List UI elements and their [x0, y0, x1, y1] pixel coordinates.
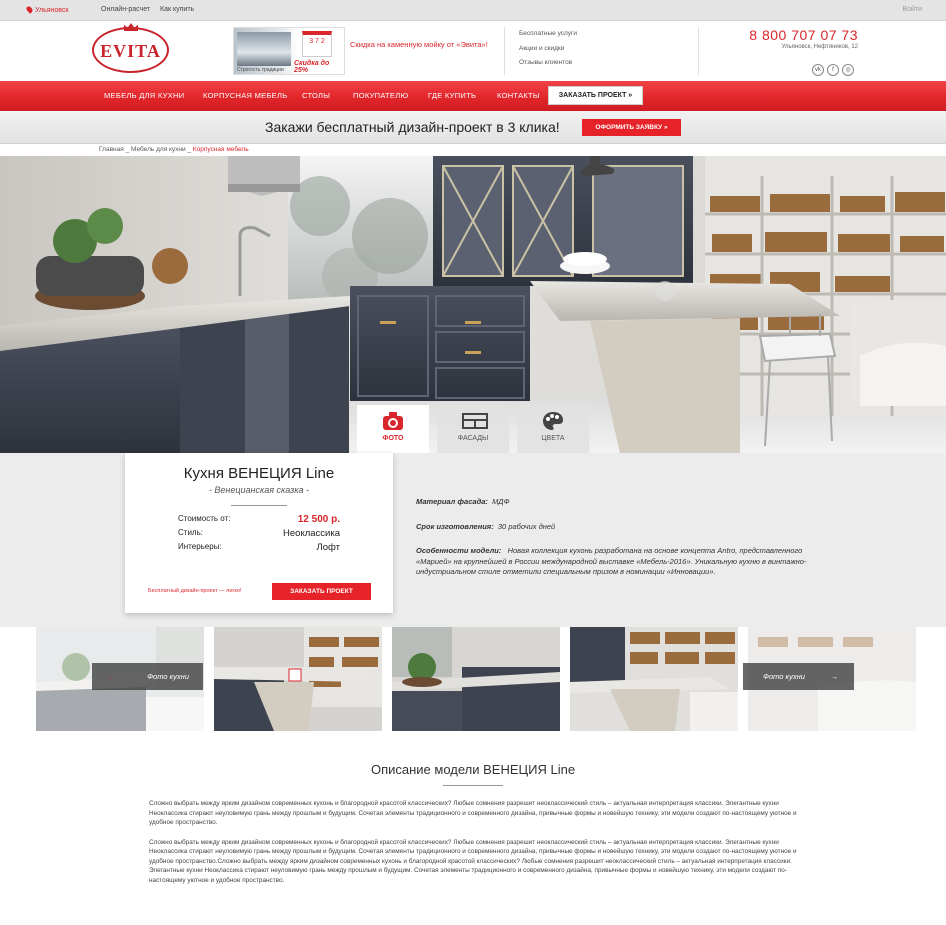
tab-colors[interactable]: ЦВЕТА: [517, 405, 589, 453]
promo-kitchen-image: [237, 32, 291, 66]
arrow-right-icon: →: [830, 672, 839, 681]
main-nav: МЕБЕЛЬ ДЛЯ КУХНИ КОРПУСНАЯ МЕБЕЛЬ СТОЛЫ …: [0, 81, 946, 111]
promo-link[interactable]: Скидка на каменную мойку от «Эвита»!: [350, 40, 490, 50]
thumb-image: [392, 627, 560, 731]
location-pin-icon: [25, 5, 34, 14]
crown-icon: [124, 23, 138, 31]
gallery-prev-button[interactable]: ← Фото кухни: [92, 663, 203, 690]
spec-value: 30 рабочих дней: [497, 521, 556, 531]
order-project-card-button[interactable]: ЗАКАЗАТЬ ПРОЕКТ: [272, 583, 371, 600]
price-label: Стоимость от:: [178, 514, 231, 523]
gallery-next-label: Фото кухни: [763, 672, 805, 681]
contact-block: 8 800 707 07 73 Ульяновск, Нефтяников, 1…: [698, 27, 858, 76]
facebook-icon[interactable]: f: [827, 64, 839, 76]
breadcrumb-separator: _: [187, 146, 192, 153]
cta-text: Закажи бесплатный дизайн-проект в 3 клик…: [265, 119, 560, 135]
style-label: Стиль:: [178, 528, 203, 537]
thumb-image: [570, 627, 738, 731]
cta-banner: Закажи бесплатный дизайн-проект в 3 клик…: [0, 111, 946, 144]
promotions-link[interactable]: Акции и скидки: [519, 42, 577, 57]
interiors-value: Лофт: [316, 542, 340, 553]
how-to-buy-link[interactable]: Как купить: [160, 6, 194, 13]
arrow-left-icon: ←: [108, 672, 116, 681]
tab-photo-label: ФОТО: [382, 435, 404, 442]
palette-icon: [543, 412, 563, 430]
gallery: ← Фото кухни Фото кухни →: [0, 627, 946, 731]
online-calc-link[interactable]: Онлайн-расчет: [101, 6, 150, 13]
camera-icon: [383, 412, 403, 430]
product-subtitle: - Венецианская сказка -: [208, 485, 310, 495]
header-links: Бесплатные услуги Акции и скидки Отзывы …: [504, 27, 577, 75]
gallery-thumb[interactable]: [570, 627, 738, 731]
hero-tabs: ФОТО ФАСАДЫ ЦВЕТА: [357, 405, 589, 453]
thumb-image: [214, 627, 382, 731]
spec-label: Особенности модели:: [416, 546, 502, 555]
instagram-icon[interactable]: ◎: [842, 64, 854, 76]
spec-value: МДФ: [492, 497, 510, 506]
promo-image[interactable]: 3 7 2 Скидка до 25% Строгость традиции: [233, 27, 345, 75]
tab-facades-label: ФАСАДЫ: [457, 435, 489, 442]
promo-discount: Скидка до 25%: [294, 60, 330, 74]
gallery-thumb[interactable]: [214, 627, 382, 731]
product-specs: Материал фасада: МДФ Срок изготовления: …: [416, 497, 816, 592]
spec-label: Материал фасада:: [416, 497, 488, 506]
gallery-thumb[interactable]: [392, 627, 560, 731]
header: EVITA 3 7 2 Скидка до 25% Строгость трад…: [0, 21, 946, 81]
city-label: Ульяновск: [35, 7, 69, 14]
social-links: vk f ◎: [809, 58, 854, 76]
address: Ульяновск, Нефтяников, 12: [781, 44, 858, 50]
vk-icon[interactable]: vk: [812, 64, 824, 76]
product-card: Кухня ВЕНЕЦИЯ Line - Венецианская сказка…: [125, 453, 393, 613]
free-services-link[interactable]: Бесплатные услуги: [519, 27, 577, 42]
order-project-button[interactable]: ЗАКАЗАТЬ ПРОЕКТ »: [548, 86, 643, 105]
price-value: 12 500 р.: [297, 514, 340, 525]
divider: [231, 505, 287, 506]
interiors-label: Интерьеры:: [178, 542, 222, 551]
breadcrumb-separator: _: [125, 146, 130, 153]
nav-kitchen-furniture[interactable]: МЕБЕЛЬ ДЛЯ КУХНИ: [104, 91, 184, 100]
spec-lead-time: Срок изготовления: 30 рабочих дней: [416, 522, 816, 533]
tab-colors-label: ЦВЕТА: [541, 435, 565, 442]
price-row: Стоимость от: 12 500 р.: [178, 514, 340, 525]
breadcrumb-current: Корпусная мебель: [192, 146, 249, 153]
spec-label: Срок изготовления:: [416, 521, 494, 531]
promo-calendar: 3 7 2: [302, 31, 332, 57]
promo-caption: Строгость традиции: [237, 67, 284, 73]
top-bar: Ульяновск Онлайн-расчет Как купить Войти: [0, 0, 946, 21]
style-value: Неоклассика: [283, 528, 340, 539]
gallery-next-button[interactable]: Фото кухни →: [743, 663, 854, 690]
nav-cabinet-furniture[interactable]: КОРПУСНАЯ МЕБЕЛЬ: [203, 91, 287, 100]
free-design-text: Бесплатный дизайн-проект — легко!: [148, 588, 242, 594]
phone-number[interactable]: 8 800 707 07 73: [699, 27, 858, 43]
login-link[interactable]: Войти: [902, 6, 922, 13]
description-title: Описание модели ВЕНЕЦИЯ Line: [370, 762, 576, 777]
description-text: Сложно выбрать между ярким дизайном совр…: [149, 799, 799, 895]
nav-contacts[interactable]: КОНТАКТЫ: [497, 91, 540, 100]
logo[interactable]: EVITA: [92, 23, 169, 73]
gallery-prev-label: Фото кухни: [147, 672, 189, 681]
tab-facades[interactable]: ФАСАДЫ: [437, 405, 509, 453]
product-title: Кухня ВЕНЕЦИЯ Line: [183, 465, 335, 482]
nav-where-to-buy[interactable]: ГДЕ КУПИТЬ: [428, 91, 476, 100]
spec-features: Особенности модели: Новая коллекция кухо…: [416, 546, 816, 578]
style-row: Стиль: Неоклассика: [178, 528, 340, 539]
nav-buyer[interactable]: ПОКУПАТЕЛЮ: [353, 91, 408, 100]
submit-request-button[interactable]: ОФОРМИТЬ ЗАЯВКУ »: [582, 119, 681, 136]
spec-material: Материал фасада: МДФ: [416, 497, 816, 508]
breadcrumb: Главная _ Мебель для кухни _ Корпусная м…: [99, 146, 249, 153]
breadcrumb-home[interactable]: Главная: [99, 146, 124, 153]
interiors-row: Интерьеры: Лофт: [178, 542, 340, 553]
description-divider: [443, 785, 503, 786]
nav-tables[interactable]: СТОЛЫ: [302, 91, 330, 100]
reviews-link[interactable]: Отзывы клиентов: [519, 56, 577, 71]
city-selector[interactable]: Ульяновск: [25, 5, 69, 14]
description-paragraph: Сложно выбрать между ярким дизайном совр…: [149, 800, 797, 826]
facade-icon: [462, 413, 488, 429]
breadcrumb-kitchen[interactable]: Мебель для кухни: [131, 146, 186, 153]
logo-text: EVITA: [100, 41, 161, 61]
description-paragraph: Сложно выбрать между ярким дизайном совр…: [149, 838, 797, 884]
tab-photo[interactable]: ФОТО: [357, 405, 429, 453]
